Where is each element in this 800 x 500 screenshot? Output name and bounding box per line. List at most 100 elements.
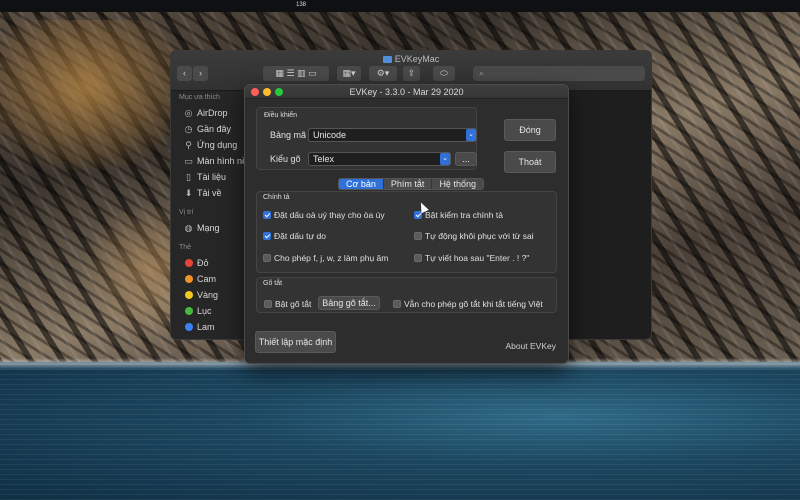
folder-icon <box>382 56 392 63</box>
option-auto-capitalize[interactable]: Tự viết hoa sau "Enter . ! ?" <box>414 253 529 263</box>
option-allow-fjwz-consonants[interactable]: Cho phép f, j, w, z làm phụ âm <box>263 253 388 263</box>
tab-system[interactable]: Hệ thống <box>432 179 483 189</box>
checkbox[interactable] <box>263 254 271 262</box>
evkey-title: EVKey - 3.3.0 - Mar 29 2020 <box>349 87 464 97</box>
quit-button[interactable]: Thoát <box>504 151 556 173</box>
sidebar-item-label: Ứng dụng <box>197 140 238 150</box>
checkbox[interactable] <box>263 232 271 240</box>
download-icon: ⬇ <box>184 188 193 198</box>
option-auto-restore-wrong-word[interactable]: Tự động khôi phục với từ sai <box>414 231 534 241</box>
option-label: Tự động khôi phục với từ sai <box>425 231 534 241</box>
sidebar-header-favorites: Mục ưa thích <box>179 94 220 101</box>
charset-select[interactable]: Unicode ⌄ <box>308 128 477 142</box>
tab-shortcuts[interactable]: Phím tắt <box>383 179 433 189</box>
sidebar-tag-yellow[interactable]: Vàng <box>171 287 253 303</box>
sidebar-item-label: Màn hình nề <box>197 156 248 166</box>
sidebar-item-label: Gần đây <box>197 124 232 134</box>
sidebar-item-label: Vàng <box>197 290 219 300</box>
option-shortcuts-when-vietnamese-off[interactable]: Vẫn cho phép gõ tắt khi tắt tiếng Việt <box>393 299 543 309</box>
icon-view-icon[interactable]: ▦ <box>275 68 284 78</box>
sidebar-tag-green[interactable]: Lục <box>171 303 253 319</box>
forward-button[interactable]: › <box>193 66 208 81</box>
network-icon: ◍ <box>184 223 193 233</box>
evkey-window: EVKey - 3.3.0 - Mar 29 2020 Điều khiển B… <box>244 84 569 364</box>
spelling-group-label: Chính tả <box>263 194 290 201</box>
orange-tag-dot <box>185 275 193 283</box>
wallpaper-rock-highlight <box>0 20 190 170</box>
input-method-label: Kiểu gõ <box>270 154 301 164</box>
sidebar-item-desktop[interactable]: ▭ Màn hình nề <box>171 153 253 169</box>
sidebar-item-label: Lam <box>197 322 215 332</box>
sidebar-item-network[interactable]: ◍ Mạng <box>171 220 253 236</box>
option-label: Bật kiểm tra chính tả <box>425 210 503 220</box>
view-mode-control[interactable]: ▦ ☰ ▥ ▭ <box>263 66 329 81</box>
evkey-titlebar[interactable]: EVKey - 3.3.0 - Mar 29 2020 <box>245 85 568 99</box>
sidebar-item-label: Đỏ <box>197 258 209 268</box>
gallery-view-icon[interactable]: ▭ <box>308 68 317 78</box>
share-icon: ⇪ <box>407 68 416 78</box>
group-button[interactable]: ▦▾ <box>337 66 361 81</box>
sidebar-tag-orange[interactable]: Cam <box>171 271 253 287</box>
sidebar-item-label: Tải về <box>197 188 222 198</box>
spelling-group: Chính tả Đặt dấu oà uý thay cho òa úy Bậ… <box>256 191 557 273</box>
sidebar-item-label: AirDrop <box>197 108 228 118</box>
shortcut-group-label: Gõ tắt <box>263 280 283 287</box>
checkbox[interactable] <box>263 211 271 219</box>
sidebar-item-applications[interactable]: ⚲ Ứng dụng <box>171 137 253 153</box>
sidebar-header-tags: Thẻ <box>179 244 192 251</box>
checkbox[interactable] <box>393 300 401 308</box>
input-method-more-button[interactable]: ... <box>455 152 477 166</box>
about-evkey-link[interactable]: About EVKey <box>505 341 556 351</box>
option-label: Vẫn cho phép gõ tắt khi tắt tiếng Việt <box>404 299 543 309</box>
option-label: Tự viết hoa sau "Enter . ! ?" <box>425 253 530 263</box>
sidebar-item-label: Tài liệu <box>197 172 227 182</box>
list-view-icon[interactable]: ☰ <box>286 68 294 78</box>
checkbox[interactable] <box>264 300 272 308</box>
tab-basic[interactable]: Cơ bản <box>339 179 384 189</box>
option-enable-shortcuts[interactable]: Bật gõ tắt <box>264 299 311 309</box>
shortcut-typing-group: Gõ tắt Bật gõ tắt Bảng gõ tắt... Vẫn cho… <box>256 277 557 313</box>
column-view-icon[interactable]: ▥ <box>297 68 306 78</box>
checkbox[interactable] <box>414 254 422 262</box>
option-label: Đặt dấu tự do <box>274 231 327 241</box>
menu-bar: 138 <box>0 0 800 12</box>
option-spell-check[interactable]: Bật kiểm tra chính tả <box>414 210 503 220</box>
tag-icon: ⬭ <box>440 68 448 78</box>
search-field[interactable]: ⌕ <box>473 66 645 81</box>
tag-button[interactable]: ⬭ <box>433 66 455 81</box>
reset-defaults-button[interactable]: Thiết lập mặc định <box>255 331 336 353</box>
search-icon: ⌕ <box>479 68 485 78</box>
close-button[interactable]: Đóng <box>504 119 556 141</box>
sidebar-tag-blue[interactable]: Lam <box>171 319 253 335</box>
option-free-tone-placement[interactable]: Đặt dấu tự do <box>263 231 326 241</box>
checkbox[interactable] <box>414 232 422 240</box>
back-button[interactable]: ‹ <box>177 66 192 81</box>
control-group: Điều khiển Bảng mã Unicode ⌄ Kiểu gõ Tel… <box>256 107 477 170</box>
sidebar-item-recents[interactable]: ◷ Gần đây <box>171 121 253 137</box>
input-method-value: Telex <box>313 154 335 164</box>
sidebar-item-airdrop[interactable]: ◎ AirDrop <box>171 105 253 121</box>
charset-value: Unicode <box>313 130 347 140</box>
finder-title: EVKeyMac <box>171 54 651 64</box>
settings-tabs: Cơ bản Phím tắt Hệ thống <box>338 178 484 190</box>
finder-title-text: EVKeyMac <box>394 54 440 64</box>
chevron-down-icon: ⌄ <box>466 129 476 141</box>
shortcut-table-button[interactable]: Bảng gõ tắt... <box>318 296 380 310</box>
grid-icon: ▦▾ <box>342 68 356 78</box>
share-button[interactable]: ⇪ <box>403 66 420 81</box>
control-group-label: Điều khiển <box>264 112 298 119</box>
desktop-icon: ▭ <box>184 156 193 166</box>
sidebar-item-documents[interactable]: ▯ Tài liệu <box>171 169 253 185</box>
clock-icon: ◷ <box>184 124 193 134</box>
sidebar-item-downloads[interactable]: ⬇ Tải về <box>171 185 253 201</box>
action-button[interactable]: ⚙▾ <box>369 66 397 81</box>
charset-label: Bảng mã <box>270 130 307 140</box>
option-label: Cho phép f, j, w, z làm phụ âm <box>274 253 389 263</box>
gear-icon: ⚙▾ <box>376 68 390 78</box>
option-tone-placement-oa-uy[interactable]: Đặt dấu oà uý thay cho òa úy <box>263 210 385 220</box>
input-method-select[interactable]: Telex ⌄ <box>308 152 451 166</box>
finder-sidebar: Mục ưa thích ◎ AirDrop ◷ Gần đây ⚲ Ứng dụng… <box>171 91 253 339</box>
sidebar-tag-red[interactable]: Đỏ <box>171 255 253 271</box>
sidebar-item-label: Lục <box>197 306 212 316</box>
airdrop-icon: ◎ <box>184 108 193 118</box>
